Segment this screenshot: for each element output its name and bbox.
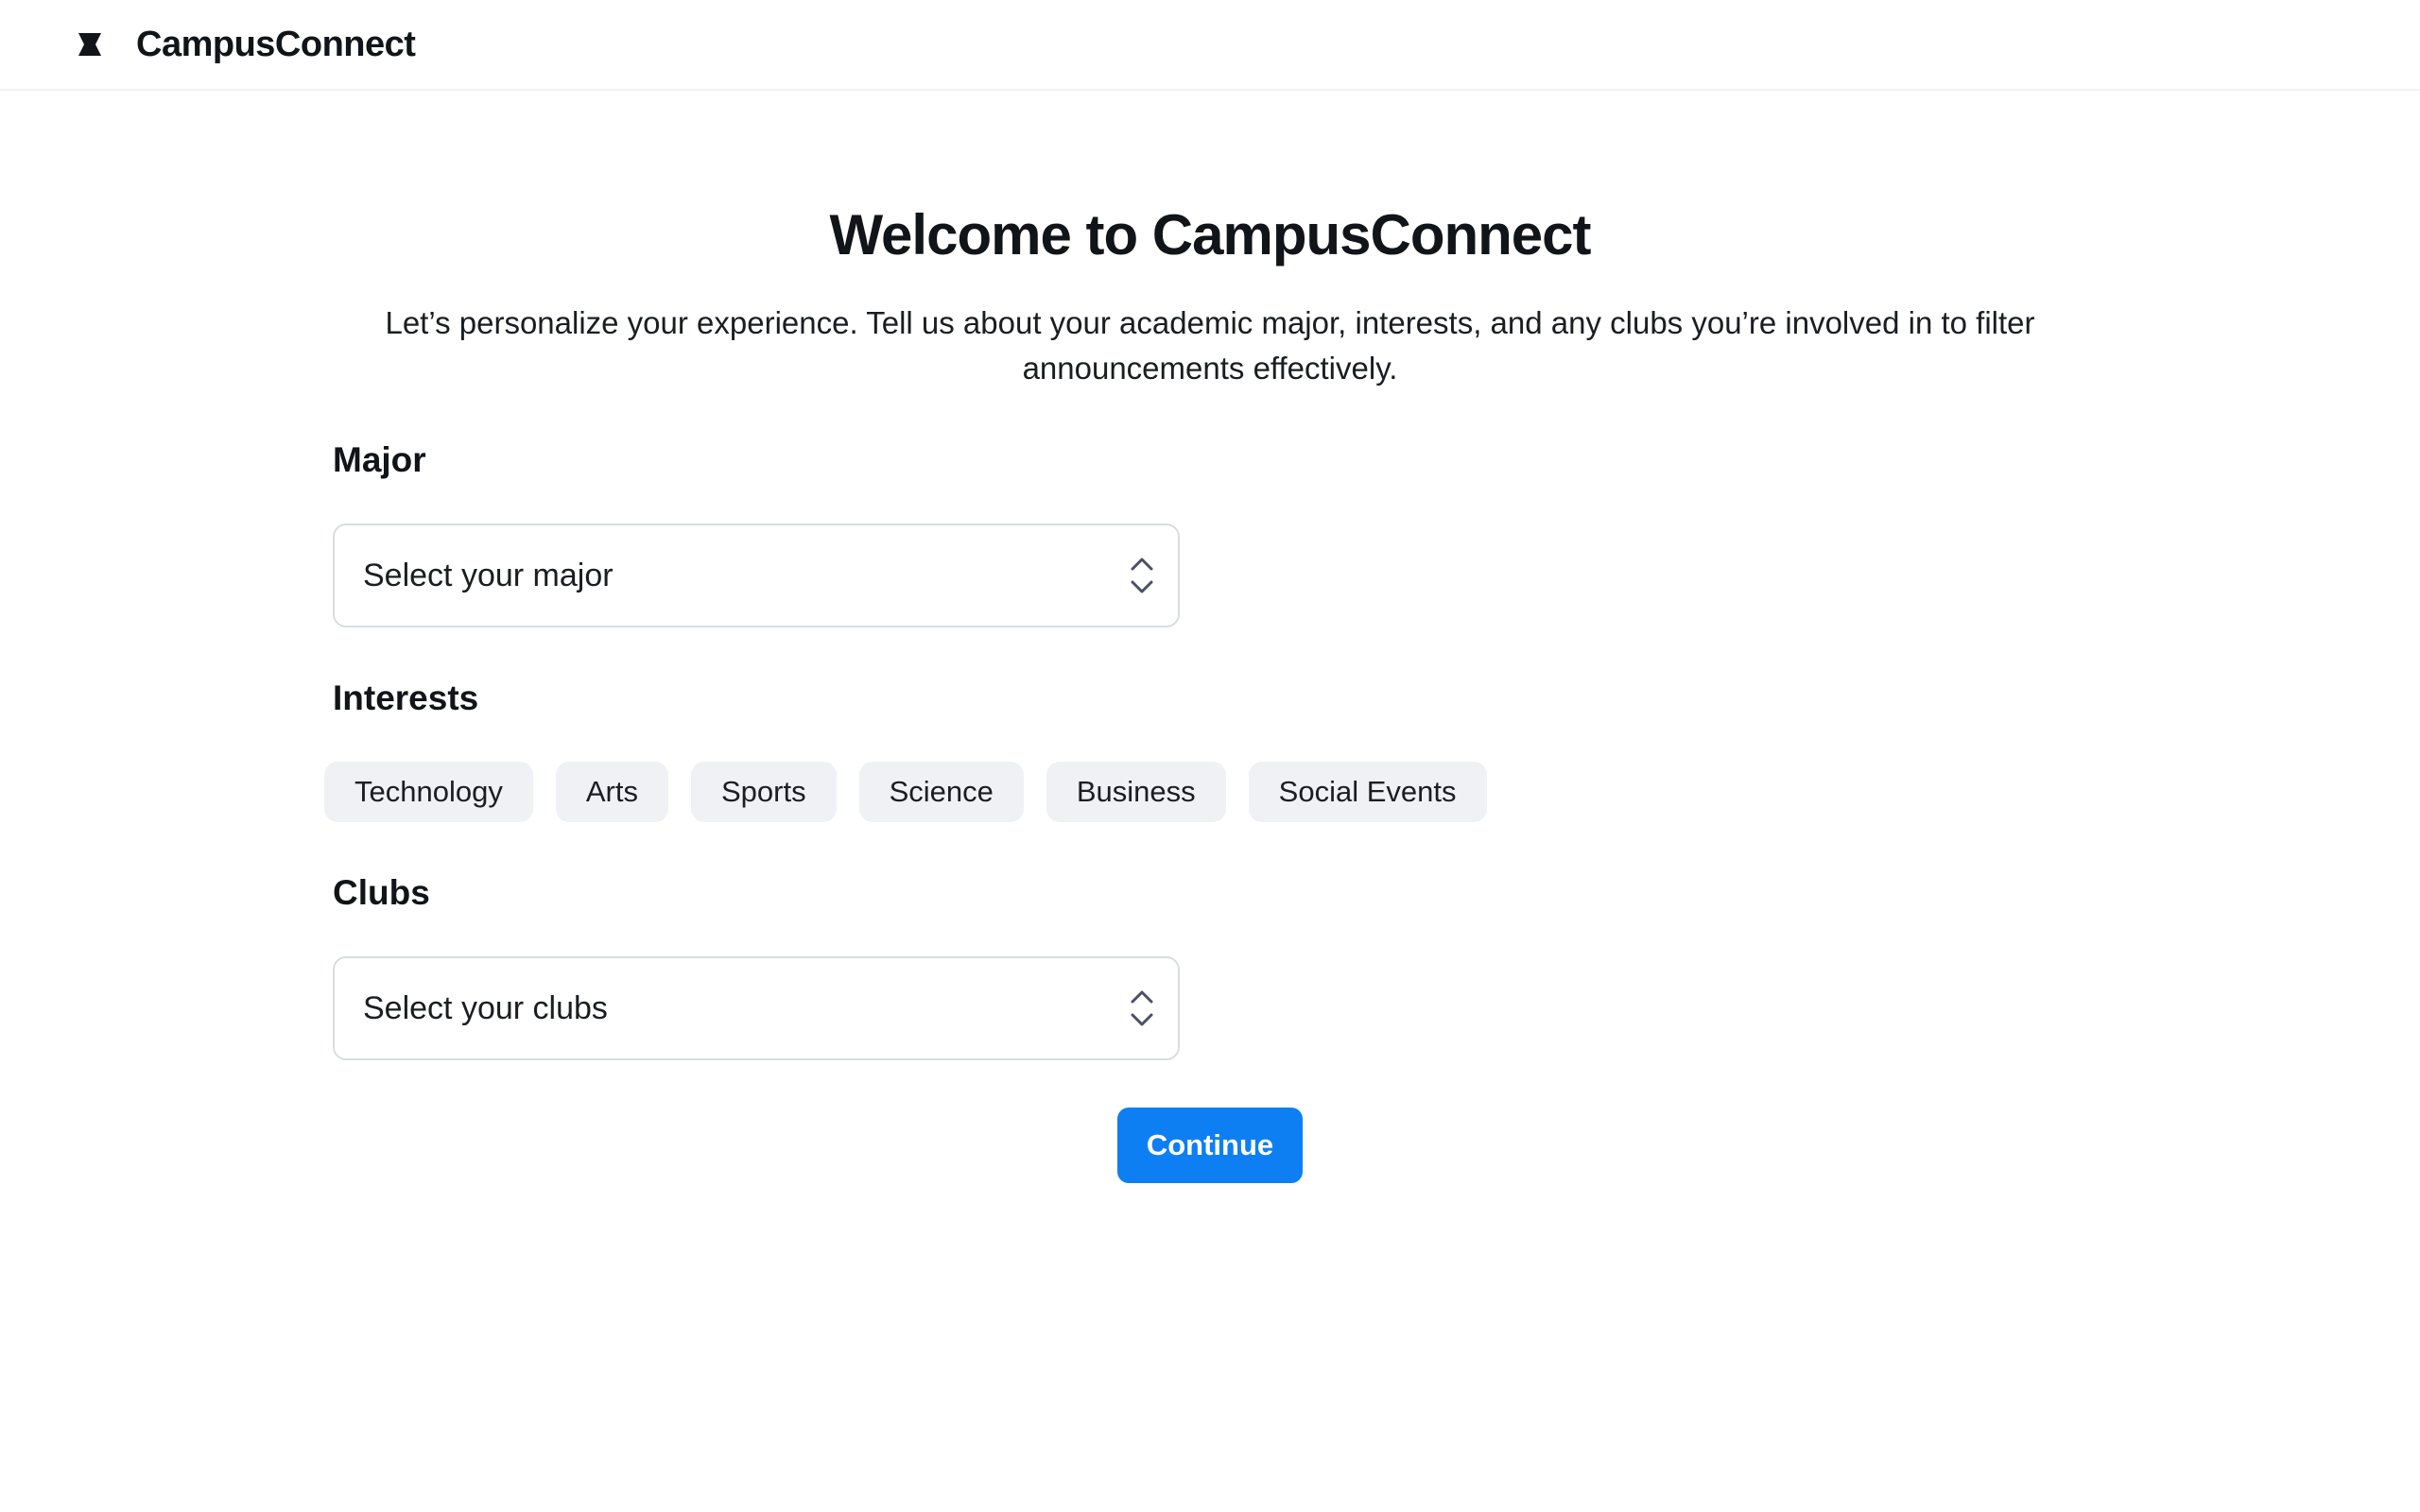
clubs-select[interactable]: Select your clubs [333, 956, 1180, 1060]
interest-chips: Technology Arts Sports Science Business … [324, 762, 1487, 822]
page-description: Let’s personalize your experience. Tell … [385, 305, 2035, 386]
interest-chip-business[interactable]: Business [1046, 762, 1226, 822]
interest-chip-social-events[interactable]: Social Events [1248, 762, 1487, 822]
major-select-placeholder: Select your major [363, 557, 614, 593]
major-select[interactable]: Select your major [333, 524, 1180, 627]
clubs-select-placeholder: Select your clubs [363, 989, 608, 1026]
page-title: Welcome to CampusConnect [829, 203, 1591, 266]
interests-label: Interests [333, 679, 479, 717]
clubs-label: Clubs [333, 873, 430, 912]
interest-chip-technology[interactable]: Technology [324, 762, 533, 822]
continue-button[interactable]: Continue [1117, 1108, 1303, 1183]
interest-chip-arts[interactable]: Arts [555, 762, 668, 822]
interest-chip-science[interactable]: Science [858, 762, 1024, 822]
top-bar: CampusConnect [0, 0, 2420, 91]
major-label: Major [333, 440, 426, 479]
chevron-up-down-icon [1129, 987, 1155, 1030]
campus-logo-icon[interactable] [78, 32, 102, 57]
chevron-up-down-icon [1129, 554, 1155, 597]
app-title[interactable]: CampusConnect [136, 25, 416, 65]
interest-chip-sports[interactable]: Sports [690, 762, 837, 822]
